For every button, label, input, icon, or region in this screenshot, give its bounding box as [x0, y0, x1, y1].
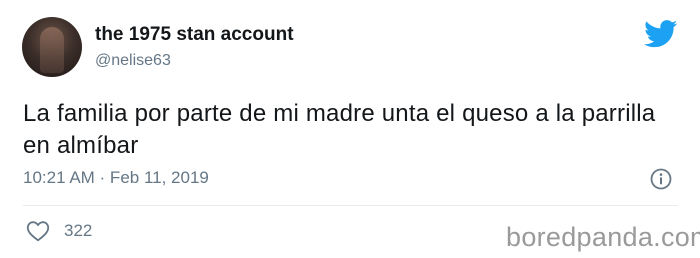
- watermark: boredpanda.com: [506, 222, 700, 252]
- like-count: 322: [64, 221, 93, 240]
- user-handle[interactable]: @nelise63: [95, 52, 171, 70]
- avatar-figure: [40, 27, 64, 73]
- avatar[interactable]: [22, 17, 82, 77]
- tweet-text: La familia por parte de mi madre unta el…: [23, 100, 656, 159]
- heart-icon[interactable]: [26, 220, 50, 242]
- divider: [23, 205, 678, 206]
- twitter-bird-icon[interactable]: [644, 20, 678, 48]
- info-icon[interactable]: [650, 168, 672, 190]
- display-name[interactable]: the 1975 stan account: [95, 24, 294, 46]
- tweet-timestamp[interactable]: 10:21 AM · Feb 11, 2019: [23, 168, 209, 188]
